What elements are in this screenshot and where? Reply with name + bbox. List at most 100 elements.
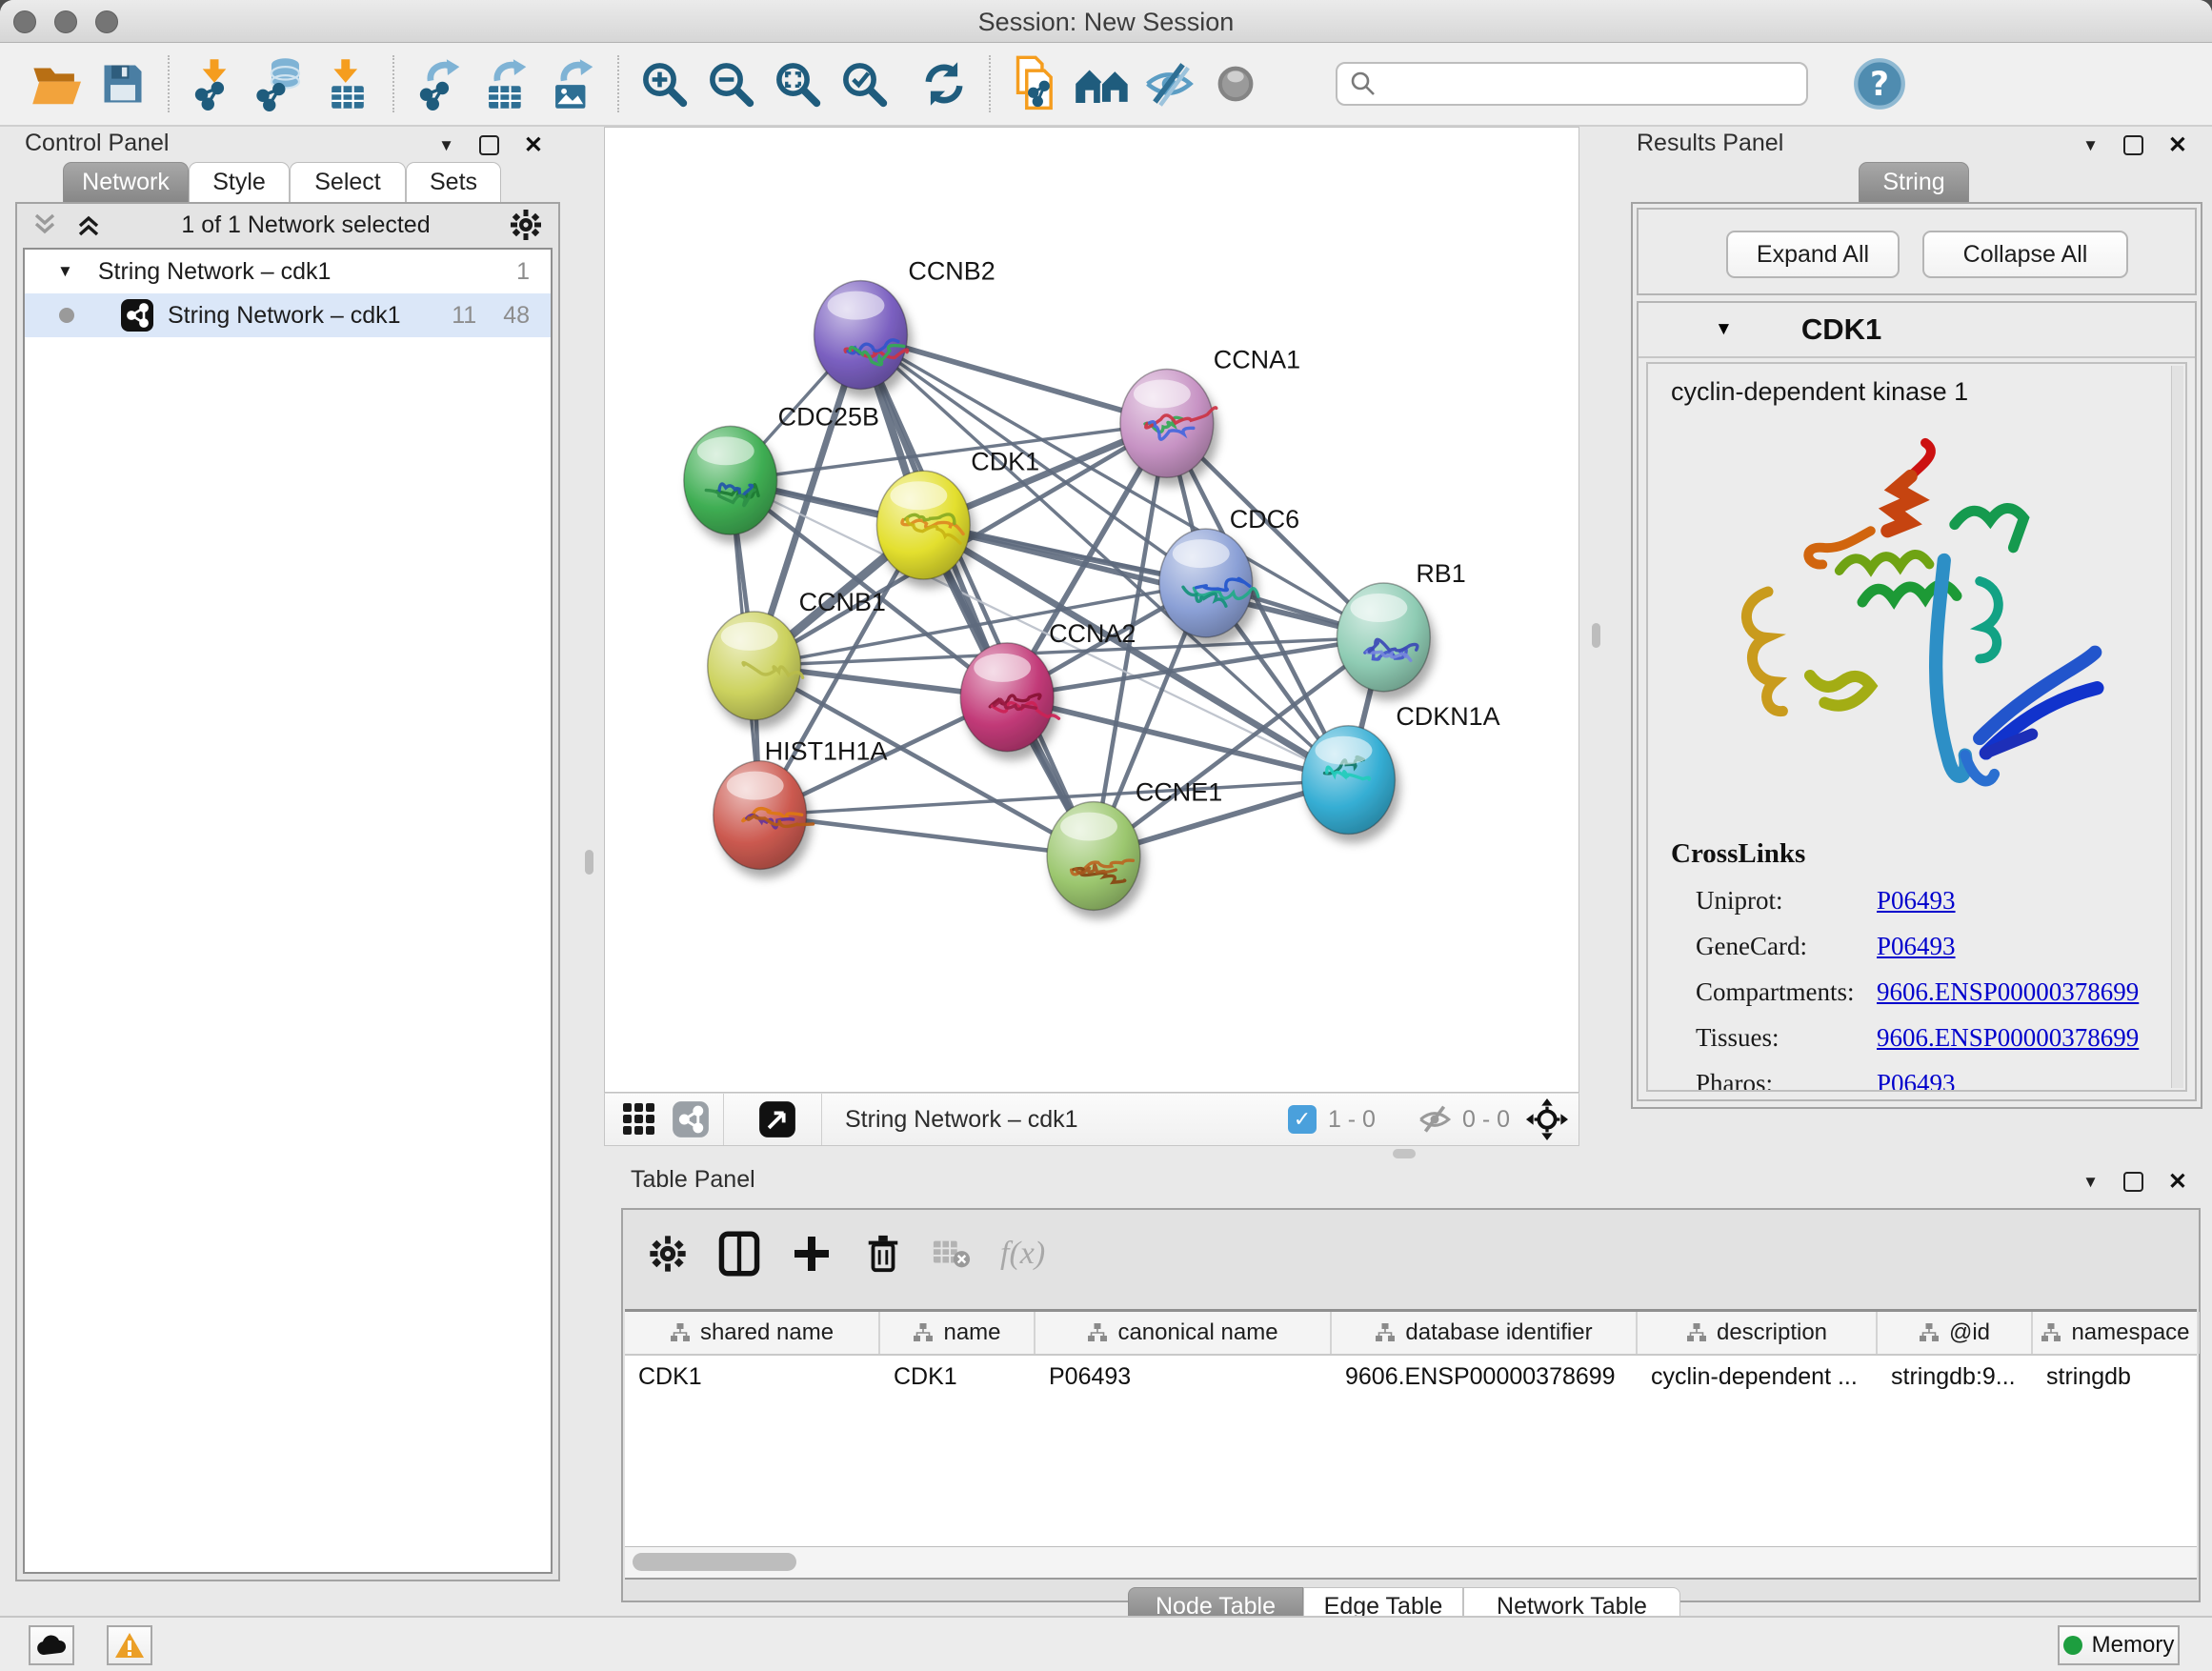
collapse-all-networks-icon[interactable] [30,211,59,238]
panel-float-icon[interactable] [2123,1172,2143,1192]
warning-status-button[interactable] [107,1625,152,1665]
tab-sets[interactable]: Sets [406,162,501,202]
pan-crosshair-icon[interactable] [1525,1097,1569,1141]
memory-button[interactable]: Memory [2058,1625,2180,1665]
selected-nodes-checkbox[interactable]: ✓ [1288,1105,1317,1134]
database-icon [254,56,308,111]
help-button[interactable]: ? [1846,50,1913,118]
node-RB1[interactable] [1337,583,1430,692]
results-scrollbar[interactable] [2171,366,2183,1088]
column-header-name[interactable]: name [880,1312,1036,1354]
column-header-canonical-name[interactable]: canonical name [1036,1312,1332,1354]
open-session-button[interactable] [23,50,90,118]
table-row[interactable]: CDK1CDK1P064939606.ENSP00000378699cyclin… [625,1356,2197,1398]
import-table-button[interactable] [314,50,381,118]
cell[interactable]: stringdb [2033,1356,2200,1398]
search-input[interactable] [1387,70,1795,98]
crosslink-link[interactable]: P06493 [1877,886,1956,916]
node-label-CDC25B: CDC25B [778,402,879,431]
save-session-button[interactable] [90,50,156,118]
node-CCNE1[interactable] [1047,802,1140,911]
zoom-selected-icon [838,58,890,110]
column-header-description[interactable]: description [1638,1312,1878,1354]
control-panel: Control Panel ▼ ✕ Network Style Select S… [4,128,568,1610]
panel-collapse-icon[interactable]: ▼ [2082,1173,2099,1192]
cloud-status-button[interactable] [29,1625,74,1665]
help-icon: ? [1853,57,1906,111]
panel-collapse-icon[interactable]: ▼ [2082,136,2099,155]
panel-close-icon[interactable]: ✕ [2168,131,2187,159]
cell[interactable]: CDK1 [625,1356,880,1398]
tab-select[interactable]: Select [290,162,406,202]
panel-float-icon[interactable] [479,135,499,155]
cell[interactable]: cyclin-dependent ... [1638,1356,1878,1398]
export-image-button[interactable] [539,50,606,118]
crosslink-link[interactable]: 9606.ENSP00000378699 [1877,1023,2139,1053]
zoom-in-button[interactable] [631,50,697,118]
right-divider-handle[interactable] [1592,623,1600,648]
table-options-gear-icon[interactable] [648,1234,688,1274]
hidden-elements-icon[interactable] [1417,1103,1453,1136]
crosslink-link[interactable]: 9606.ENSP00000378699 [1877,977,2139,1007]
birds-eye-view-icon[interactable] [620,1100,658,1138]
show-columns-icon[interactable] [718,1231,760,1277]
cell[interactable]: stringdb:9... [1878,1356,2033,1398]
crosslink-link[interactable]: P06493 [1877,1069,1956,1092]
zoom-fit-button[interactable] [764,50,831,118]
table-hscrollbar-thumb[interactable] [633,1553,796,1571]
crosslink-link[interactable]: P06493 [1877,932,1956,961]
export-table-button[interactable] [473,50,539,118]
panel-close-icon[interactable]: ✕ [524,131,543,159]
warning-icon [114,1632,145,1659]
column-header--id[interactable]: @id [1878,1312,2033,1354]
tree-expand-icon[interactable]: ▼ [57,262,73,281]
zoom-out-button[interactable] [697,50,764,118]
expand-all-button[interactable]: Expand All [1726,231,1900,278]
node-CDC25B[interactable] [684,426,777,534]
table-hscrollbar[interactable] [625,1547,2197,1580]
gene-header[interactable]: ▼ CDK1 [1639,303,2195,358]
panel-float-icon[interactable] [2123,135,2143,155]
column-header-namespace[interactable]: namespace [2033,1312,2200,1354]
network-options-gear-icon[interactable] [509,208,543,242]
tab-network[interactable]: Network [63,162,189,202]
gene-collapse-icon[interactable]: ▼ [1715,319,1733,340]
node-CDK1[interactable] [876,471,970,579]
network-canvas[interactable]: CCNB2CCNA1CDC25BCDK1CDC6RB1CCNB1CCNA2CDK… [604,127,1579,1093]
hide-unhide-button[interactable] [1136,50,1202,118]
tab-style[interactable]: Style [189,162,290,202]
export-network-button[interactable] [406,50,473,118]
panel-close-icon[interactable]: ✕ [2168,1168,2187,1196]
column-header-shared-name[interactable]: shared name [625,1312,880,1354]
tab-string[interactable]: String [1859,162,1969,202]
network-row-selected[interactable]: String Network – cdk1 11 48 [25,293,551,337]
node-HIST1H1A[interactable] [714,761,814,870]
cell[interactable]: P06493 [1036,1356,1332,1398]
node-CDKN1A[interactable] [1302,726,1396,835]
string-style-icon[interactable] [672,1100,710,1138]
refresh-layout-button[interactable] [911,50,977,118]
node-CCNA2[interactable] [960,643,1058,752]
node-CCNB2[interactable] [814,281,908,390]
column-header-database-identifier[interactable]: database identifier [1332,1312,1638,1354]
zoom-selected-button[interactable] [831,50,897,118]
import-network-database-button[interactable] [248,50,314,118]
cell[interactable]: 9606.ENSP00000378699 [1332,1356,1638,1398]
add-column-icon[interactable] [791,1233,833,1275]
left-divider-handle[interactable] [585,850,593,875]
home-button[interactable] [1069,50,1136,118]
panel-collapse-icon[interactable]: ▼ [438,136,454,155]
clone-network-button[interactable] [1002,50,1069,118]
node-CCNA1[interactable] [1120,369,1217,477]
collapse-all-button[interactable]: Collapse All [1922,231,2128,278]
open-in-browser-icon[interactable] [758,1100,796,1138]
network-collection-row[interactable]: ▼ String Network – cdk1 1 [25,250,551,293]
delete-column-icon[interactable] [863,1231,903,1277]
show-graphics-details-button[interactable] [1202,50,1269,118]
import-network-file-button[interactable] [181,50,248,118]
cell[interactable]: CDK1 [880,1356,1036,1398]
node-CDC6[interactable] [1159,529,1258,637]
expand-all-networks-icon[interactable] [74,211,103,238]
node-CCNB1[interactable] [708,612,803,720]
collection-label: String Network – cdk1 [98,258,332,286]
